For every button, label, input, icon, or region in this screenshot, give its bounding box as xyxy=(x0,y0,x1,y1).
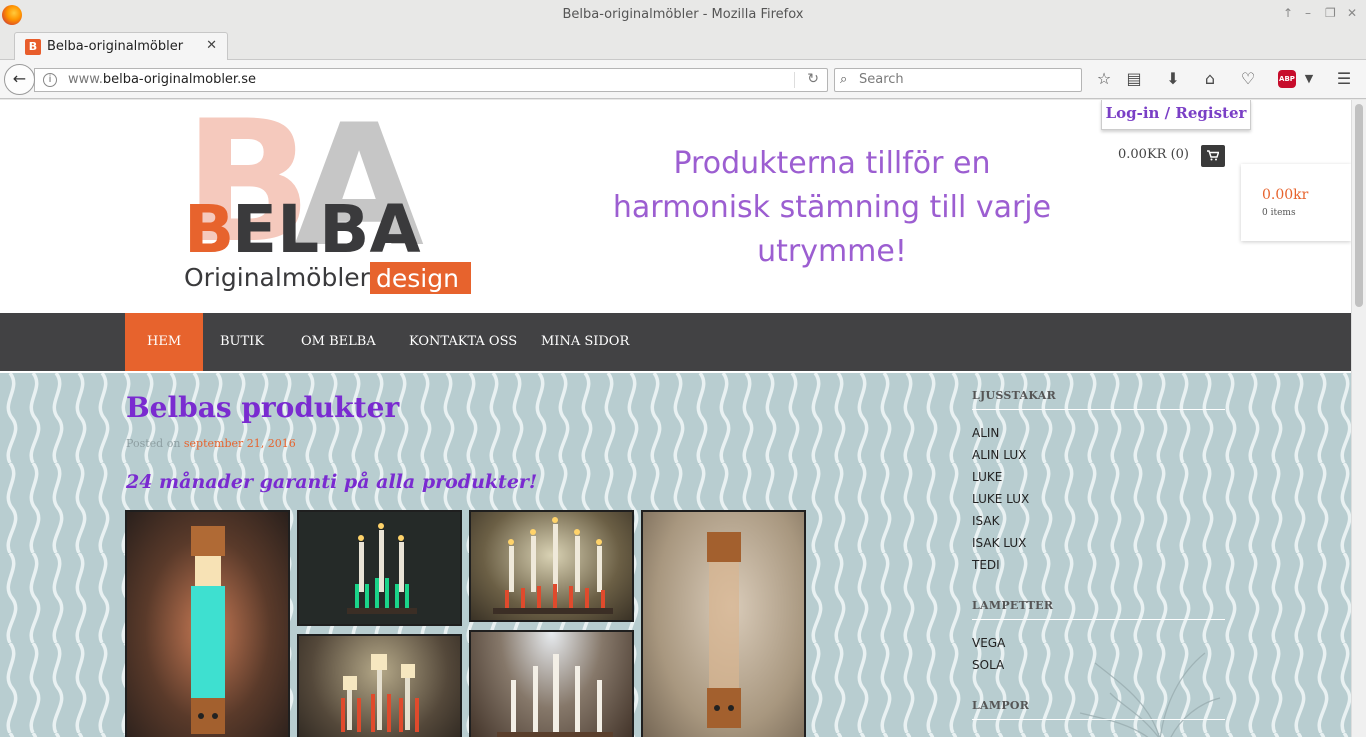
adblock-plus-icon[interactable]: ABP xyxy=(1278,70,1296,88)
product-photo-tealight-holder[interactable] xyxy=(297,634,462,737)
logo-subtitle: Originalmöbler xyxy=(184,263,371,292)
posted-date-link[interactable]: september 21, 2016 xyxy=(184,437,296,450)
url-bar[interactable]: i www.belba-originalmobler.se ↻ xyxy=(34,68,828,92)
login-register-link[interactable]: Log-in / Register xyxy=(1101,100,1251,130)
post-title[interactable]: Belbas produkter xyxy=(126,391,399,424)
window-minimize-icon[interactable]: – xyxy=(1305,6,1311,20)
browser-tab[interactable]: B Belba-originalmöbler ✕ xyxy=(14,32,228,61)
pocket-icon[interactable]: ♡ xyxy=(1238,69,1258,89)
url-text[interactable]: www.belba-originalmobler.se xyxy=(68,72,256,87)
window-title: Belba-originalmöbler - Mozilla Firefox xyxy=(562,7,804,22)
scrollbar-thumb[interactable] xyxy=(1355,104,1363,307)
sidebar-link-luke-lux[interactable]: LUKE LUX xyxy=(972,492,1029,506)
sidebar-link-sola[interactable]: SOLA xyxy=(972,658,1004,672)
window-restore-icon[interactable]: ❐ xyxy=(1325,6,1336,20)
tab-close-icon[interactable]: ✕ xyxy=(206,38,217,53)
mini-cart-items: 0 items xyxy=(1262,208,1296,218)
site-info-icon[interactable]: i xyxy=(43,73,57,87)
bookmark-star-icon[interactable]: ☆ xyxy=(1094,69,1114,89)
sidebar-link-alin[interactable]: ALIN xyxy=(972,426,999,440)
window-titlebar: Belba-originalmöbler - Mozilla Firefox ↑… xyxy=(0,0,1366,30)
cart-icon[interactable] xyxy=(1201,145,1225,167)
product-photo-candle-holder-green[interactable] xyxy=(297,510,462,626)
search-icon: ⌕ xyxy=(840,72,848,87)
widget-title-lampor: LAMPOR xyxy=(972,699,1225,720)
logo-b-orange: B xyxy=(184,191,234,268)
product-photo-candle-holder-red[interactable] xyxy=(469,510,634,622)
post-meta: Posted on september 21, 2016 xyxy=(126,437,296,450)
cart-summary[interactable]: 0.00KR (0) xyxy=(1118,147,1189,162)
sidebar-link-vega[interactable]: VEGA xyxy=(972,636,1005,650)
belba-logo[interactable]: B A B ELBA Originalmöbler design xyxy=(182,112,474,294)
widget-title-ljusstakar: LJUSSTAKAR xyxy=(972,389,1225,410)
guarantee-heading: 24 månader garanti på alla produkter! xyxy=(126,471,538,493)
logo-elba: ELBA xyxy=(232,191,421,268)
logo-design-word: design xyxy=(376,264,459,293)
back-button[interactable]: ← xyxy=(4,64,35,95)
chevron-down-icon[interactable]: ▼ xyxy=(1299,69,1319,89)
search-input[interactable] xyxy=(859,72,1069,87)
nav-item-om-belba[interactable]: OM BELBA xyxy=(279,313,398,371)
site-tagline: Produkterna tillför en harmonisk stämnin… xyxy=(612,146,1052,269)
tab-title: Belba-originalmöbler xyxy=(47,39,184,54)
nav-item-mina-sidor[interactable]: MINA SIDOR xyxy=(519,313,651,371)
page-viewport: B A B ELBA Originalmöbler design Produkt… xyxy=(0,100,1351,737)
sidebar-link-luke[interactable]: LUKE xyxy=(972,470,1002,484)
search-bar[interactable]: ⌕ xyxy=(834,68,1082,92)
nav-item-kontakta-oss[interactable]: KONTAKTA OSS xyxy=(387,313,539,371)
tab-strip: B Belba-originalmöbler ✕ + xyxy=(0,30,1366,87)
downloads-icon[interactable]: ⬇ xyxy=(1163,69,1183,89)
product-photo-wall-lamp-turquoise[interactable] xyxy=(125,510,290,737)
home-icon[interactable]: ⌂ xyxy=(1200,69,1220,89)
sidebar-link-alin-lux[interactable]: ALIN LUX xyxy=(972,448,1026,462)
hamburger-menu-icon[interactable]: ☰ xyxy=(1334,69,1354,89)
sidebar-link-isak-lux[interactable]: ISAK LUX xyxy=(972,536,1026,550)
mini-cart-amount: 0.00kr xyxy=(1262,187,1309,203)
reading-list-icon[interactable]: ▤ xyxy=(1124,69,1144,89)
belba-favicon-icon: B xyxy=(25,39,41,55)
page-scrollbar[interactable] xyxy=(1351,100,1366,737)
nav-item-hem[interactable]: HEM xyxy=(125,313,204,371)
posted-on-label: Posted on xyxy=(126,437,181,450)
nav-item-butik[interactable]: BUTIK xyxy=(198,313,286,371)
url-separator xyxy=(794,72,795,88)
window-close-icon[interactable]: ✕ xyxy=(1347,6,1357,20)
sidebar-link-tedi[interactable]: TEDI xyxy=(972,558,1000,572)
site-header: B A B ELBA Originalmöbler design Produkt… xyxy=(0,100,1351,313)
sidebar-link-isak[interactable]: ISAK xyxy=(972,514,999,528)
mini-cart-widget[interactable]: 0.00kr 0 items xyxy=(1241,164,1351,241)
widget-title-lampetter: LAMPETTER xyxy=(972,599,1225,620)
navigation-toolbar: i www.belba-originalmobler.se ↻ ← ⌕ ☆ ▤ … xyxy=(0,60,1366,99)
product-photo-candle-holder-white[interactable] xyxy=(469,630,634,737)
url-domain: belba-originalmobler.se xyxy=(102,72,256,87)
reload-icon[interactable]: ↻ xyxy=(807,71,819,87)
product-photo-wall-lamp-wood[interactable] xyxy=(641,510,806,737)
main-navigation: HEM BUTIK OM BELBA KONTAKTA OSS MINA SID… xyxy=(0,313,1351,371)
url-prefix: www. xyxy=(68,72,103,87)
window-up-icon[interactable]: ↑ xyxy=(1283,6,1293,20)
content-area: Belbas produkter Posted on september 21,… xyxy=(0,371,1351,737)
